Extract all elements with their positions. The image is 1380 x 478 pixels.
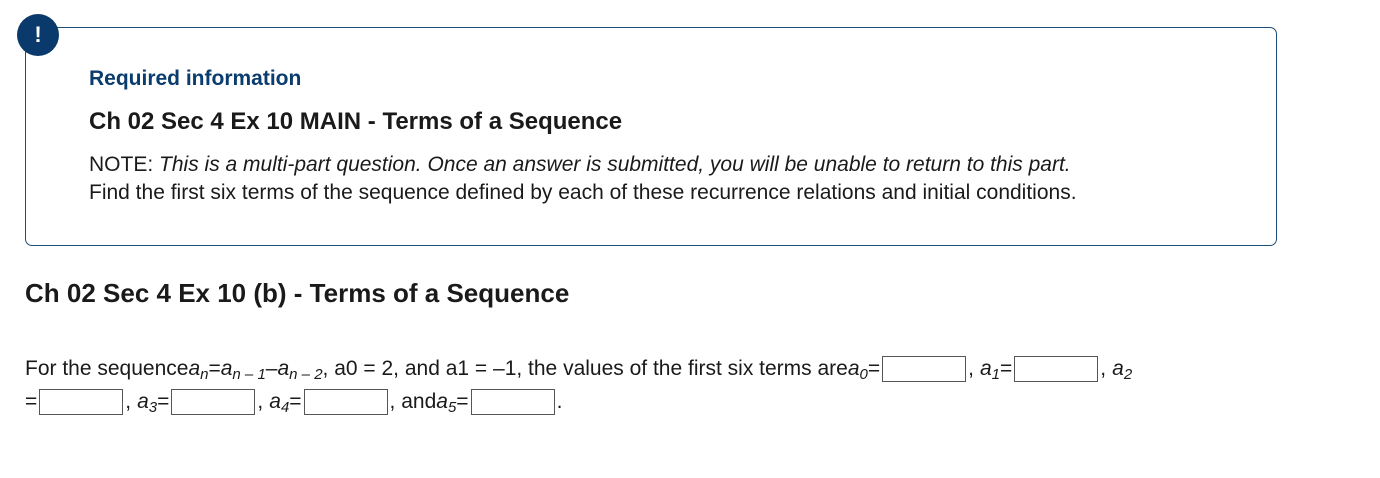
var-a: a — [137, 390, 149, 413]
sub-0: 0 — [859, 365, 868, 383]
instruction-text: Find the first six terms of the sequence… — [89, 181, 1077, 204]
eq: = — [289, 390, 302, 413]
sub-4: 4 — [280, 398, 290, 416]
answer-a1-input[interactable] — [1014, 356, 1099, 382]
answer-a3-input[interactable] — [171, 389, 256, 415]
var-a: a — [220, 357, 233, 380]
note-text: NOTE: This is a multi-part question. Onc… — [89, 153, 1071, 177]
sub-n-minus-1: n – 1 — [232, 365, 266, 383]
sub-2: 2 — [1123, 365, 1133, 383]
minus: – — [265, 357, 278, 380]
var-a: a — [979, 357, 992, 380]
var-a: a — [188, 357, 201, 380]
eq: = — [1000, 357, 1013, 380]
note-prefix: NOTE: — [89, 153, 160, 176]
question-line-2: = , a3 = , a4 = , and a5 = . — [25, 389, 563, 416]
sub-n: n — [200, 365, 209, 383]
eq: = — [157, 390, 170, 413]
period: . — [556, 390, 563, 413]
eq: = — [867, 357, 881, 380]
part-title: Ch 02 Sec 4 Ex 10 (b) - Terms of a Seque… — [25, 278, 570, 308]
sub-3: 3 — [148, 398, 158, 416]
required-info-label: Required information — [89, 67, 302, 90]
var-a: a — [436, 390, 448, 413]
comma: , — [257, 390, 264, 413]
var-a: a — [1112, 357, 1124, 380]
note-italic: This is a multi-part question. Once an a… — [159, 153, 1071, 176]
eq: = — [456, 390, 469, 413]
comma: , — [125, 390, 132, 413]
question-line-1: For the sequence an = an – 1 – an – 2 , … — [25, 356, 1133, 383]
question-page: ! Required information Ch 02 Sec 4 Ex 10… — [0, 0, 1380, 478]
answer-a0-input[interactable] — [882, 356, 967, 382]
eq: = — [208, 357, 221, 380]
exercise-main-title: Ch 02 Sec 4 Ex 10 MAIN - Terms of a Sequ… — [89, 108, 623, 135]
required-info-box — [25, 27, 1277, 246]
alert-icon: ! — [17, 14, 59, 56]
var-a: a — [277, 357, 290, 380]
comma: , — [1100, 357, 1107, 380]
sub-1: 1 — [991, 365, 1001, 383]
answer-a5-input[interactable] — [470, 389, 555, 415]
var-a: a — [269, 390, 281, 413]
sub-5: 5 — [447, 398, 457, 416]
initial-conditions: , a0 = 2, and a1 = –1, the values of the… — [322, 357, 848, 380]
comma: , — [968, 357, 974, 380]
answer-a2-input[interactable] — [39, 389, 124, 415]
var-a: a — [847, 357, 860, 380]
sub-n-minus-2: n – 2 — [289, 365, 323, 383]
question-lead: For the sequence — [25, 357, 189, 380]
and-text: , and — [389, 390, 437, 413]
answer-a4-input[interactable] — [303, 389, 388, 415]
eq: = — [25, 390, 38, 413]
